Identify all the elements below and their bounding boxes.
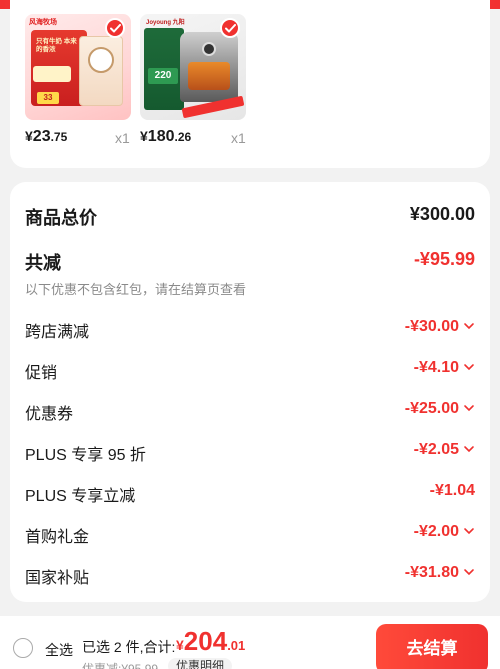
knob-icon — [202, 42, 216, 56]
product-quantity: x1 — [231, 130, 246, 146]
grand-total-currency: ¥ — [176, 637, 184, 653]
promo-badge: 33 — [37, 92, 59, 104]
total-price-label: 商品总价 — [25, 208, 97, 228]
promo-price-tag — [33, 66, 71, 82]
product-price: ¥180.26 — [140, 128, 191, 146]
product-brand-text: 风海牧场 — [29, 19, 57, 26]
checkout-button[interactable]: 去结算 — [376, 624, 488, 669]
air-fryer-illustration — [180, 32, 238, 102]
discount-label: 首购礼金 — [25, 529, 90, 546]
promo-badge-number: 33 — [43, 93, 53, 102]
product-quantity: x1 — [115, 130, 130, 146]
discount-label: 促销 — [25, 365, 58, 382]
grand-total-decimal: .01 — [227, 638, 246, 653]
price-integer: 180 — [147, 128, 175, 145]
milk-icon — [88, 47, 114, 73]
selected-check-badge[interactable] — [220, 18, 240, 38]
price-currency: ¥ — [25, 128, 33, 144]
products-card: 风海牧场 只有牛奶 本来的香浓 33 Joyoung 九阳 220 ¥23.75… — [10, 0, 490, 168]
grand-total: ¥204.01 — [176, 626, 245, 657]
milk-box-side — [79, 36, 123, 106]
grand-total-integer: 204 — [183, 626, 228, 656]
discount-value: -¥31.80 — [404, 564, 459, 581]
discount-label: PLUS 专享 95 折 — [25, 447, 146, 464]
chevron-down-icon — [464, 323, 474, 330]
product-brand-text: Joyoung 九阳 — [146, 20, 185, 26]
price-currency: ¥ — [140, 128, 148, 144]
discount-label: PLUS 专享立减 — [25, 488, 136, 505]
promo-panel: 220 — [144, 28, 184, 110]
discount-value: -¥2.05 — [413, 441, 459, 458]
total-price-value: ¥300.00 — [409, 204, 475, 224]
check-icon — [225, 24, 236, 33]
discount-value: -¥1.04 — [429, 482, 475, 499]
discount-label: 优惠券 — [25, 406, 74, 423]
price-integer: 23 — [32, 128, 51, 145]
discount-value: -¥30.00 — [404, 318, 459, 335]
price-decimal: .26 — [174, 130, 192, 144]
product-image-milk[interactable]: 风海牧场 只有牛奶 本来的香浓 33 — [25, 14, 131, 120]
discount-value: -¥4.10 — [413, 359, 459, 376]
select-all-radio[interactable] — [13, 638, 33, 658]
product-image-air-fryer[interactable]: Joyoung 九阳 220 — [140, 14, 246, 120]
discount-note: 以下优惠不包含红包，请在结算页查看 — [25, 282, 247, 297]
checkout-bar: 全选 已选 2 件,合计: ¥204.01 优惠减:¥95.99 优惠明细 去结… — [0, 616, 500, 669]
chevron-down-icon — [464, 405, 474, 412]
product-promo-text: 只有牛奶 本来的香浓 — [36, 38, 77, 53]
select-all-label[interactable]: 全选 — [45, 640, 73, 660]
price-decimal: .75 — [50, 130, 68, 144]
fryer-window — [188, 62, 230, 90]
saved-amount-text: 优惠减:¥95.99 — [82, 662, 159, 669]
discount-detail-button[interactable]: 优惠明细 — [168, 658, 233, 669]
product-price: ¥23.75 — [25, 128, 67, 146]
selected-check-badge[interactable] — [105, 18, 125, 38]
chevron-down-icon — [464, 528, 474, 535]
chevron-down-icon — [464, 446, 474, 453]
selected-count-text: 已选 2 件,合计: — [82, 639, 176, 655]
chevron-down-icon — [464, 364, 474, 371]
check-icon — [110, 24, 121, 33]
total-reduction-label: 共减 — [25, 253, 61, 273]
discount-label: 跨店满减 — [25, 324, 90, 341]
chevron-down-icon — [464, 569, 474, 576]
discount-value: -¥25.00 — [404, 400, 459, 417]
discount-label: 国家补贴 — [25, 570, 90, 587]
promo-panel-number: 220 — [148, 68, 178, 84]
price-summary-card: 商品总价 ¥300.00 共减 -¥95.99 以下优惠不包含红包，请在结算页查… — [10, 182, 490, 602]
discount-value: -¥2.00 — [413, 523, 459, 540]
total-reduction-value: -¥95.99 — [413, 249, 475, 269]
